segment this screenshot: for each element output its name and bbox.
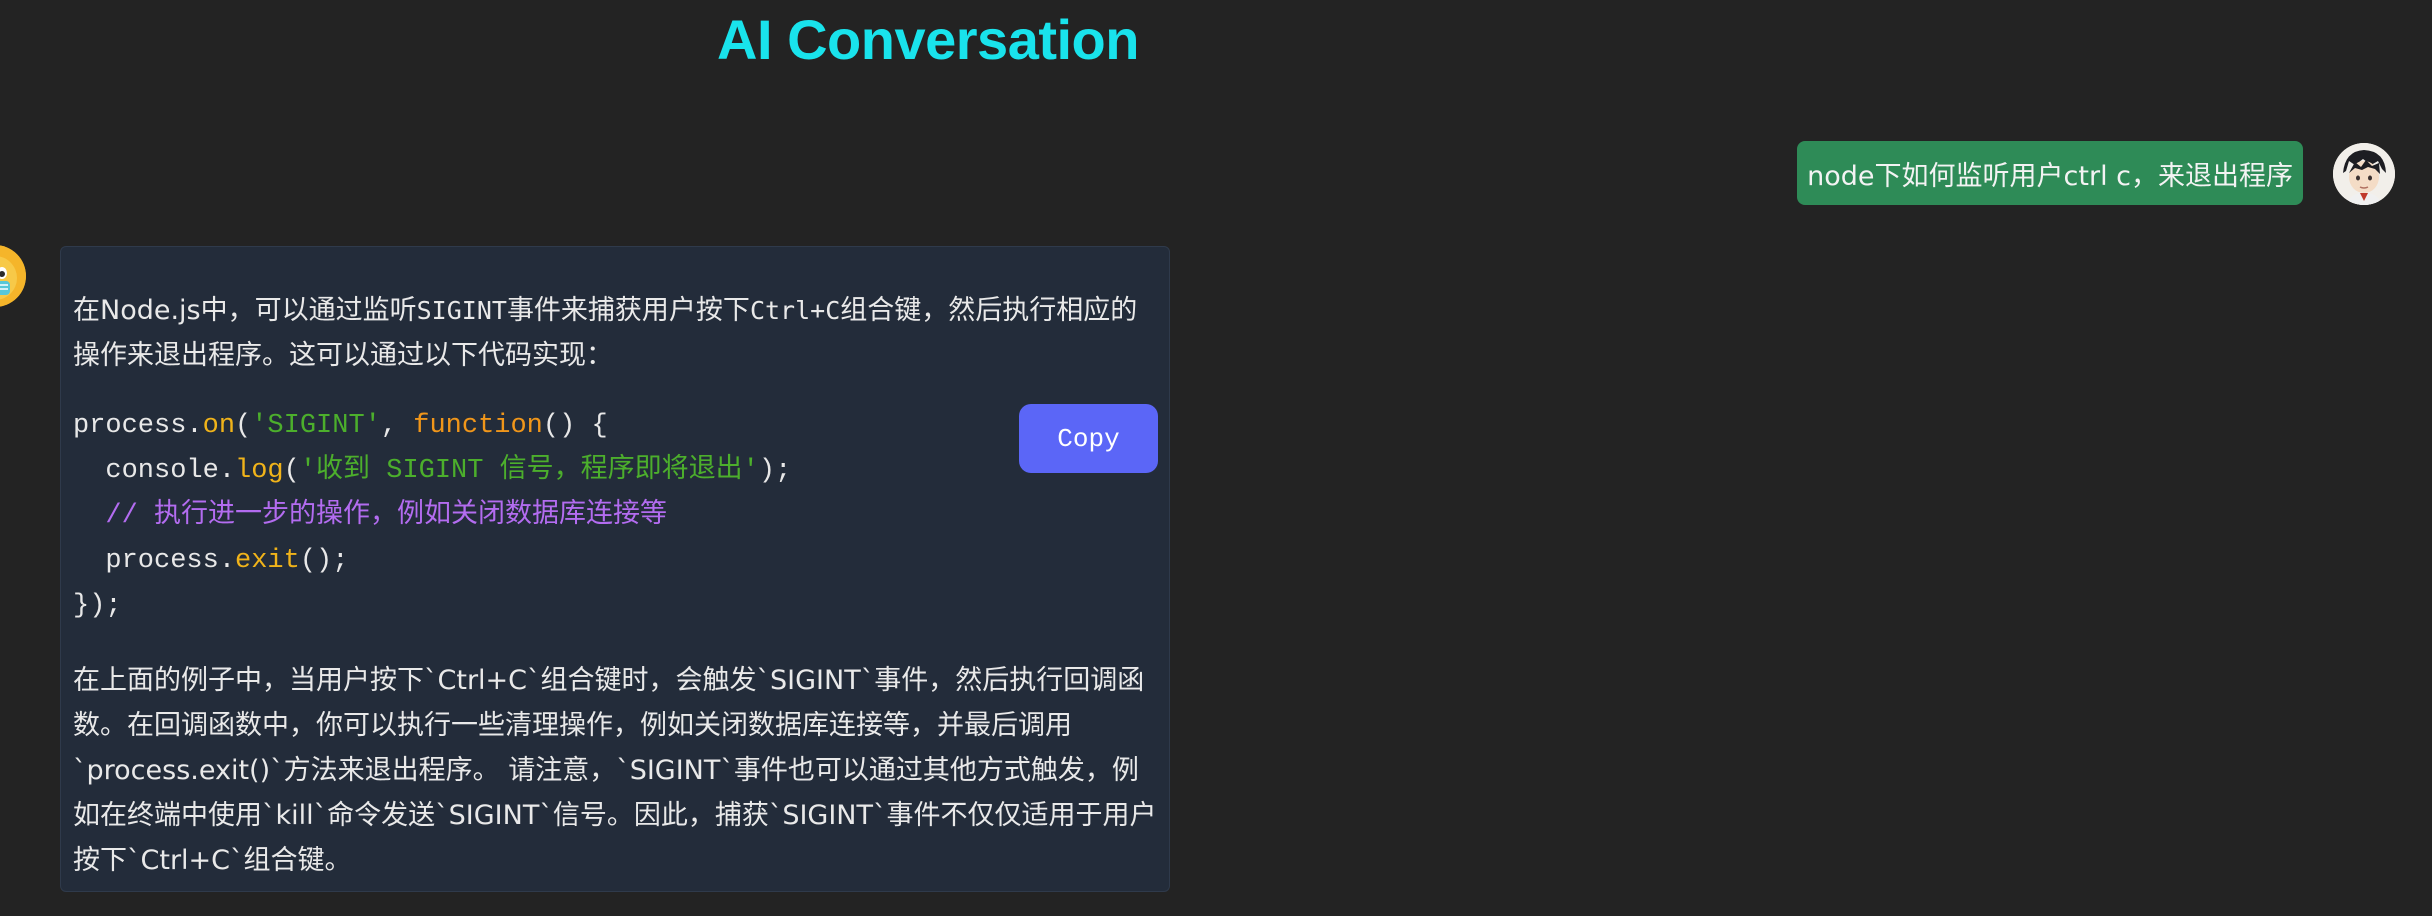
copy-code-button[interactable]: Copy bbox=[1019, 404, 1158, 473]
inline-code: SIGINT bbox=[416, 296, 507, 325]
bot-message-card: 在Node.js中，可以通过监听SIGINT事件来捕获用户按下Ctrl+C组合键… bbox=[60, 246, 1170, 892]
code-token: on bbox=[202, 411, 236, 441]
code-token: log bbox=[235, 456, 284, 486]
code-token: exit bbox=[235, 546, 300, 576]
bot-avatar-icon bbox=[0, 245, 26, 307]
code-token: 'SIGINT' bbox=[251, 411, 381, 441]
code-token: console. bbox=[73, 456, 236, 486]
intro-text-part: 在Node.js中，可以通过监听 bbox=[73, 295, 417, 326]
code-line: process.exit(); bbox=[73, 539, 348, 584]
code-line: // 执行进一步的操作，例如关闭数据库连接等 bbox=[73, 494, 667, 539]
bot-intro-text: 在Node.js中，可以通过监听SIGINT事件来捕获用户按下Ctrl+C组合键… bbox=[73, 288, 1163, 378]
bot-outro-text: 在上面的例子中，当用户按下`Ctrl+C`组合键时，会触发`SIGINT`事件，… bbox=[73, 665, 1157, 876]
user-avatar-icon bbox=[2333, 143, 2395, 205]
code-token: ); bbox=[758, 456, 792, 486]
intro-text-part: 事件来捕获用户按下 bbox=[506, 295, 750, 326]
user-message-text: node下如何监听用户ctrl c，来退出程序 bbox=[1807, 160, 2293, 192]
code-comment: // 执行进一步的操作，例如关闭数据库连接等 bbox=[105, 501, 668, 531]
code-token: ( bbox=[235, 411, 252, 441]
code-token: , bbox=[380, 411, 414, 441]
code-token: ( bbox=[283, 456, 300, 486]
page-title: AI Conversation bbox=[717, 8, 1139, 71]
code-token: process. bbox=[73, 546, 236, 576]
code-line: console.log('收到 SIGINT 信号，程序即将退出'); bbox=[73, 449, 791, 494]
user-message-bubble: node下如何监听用户ctrl c，来退出程序 bbox=[1797, 141, 2303, 205]
inline-code: Ctrl+C bbox=[749, 296, 841, 325]
code-line: process.on('SIGINT', function() { bbox=[73, 404, 608, 449]
code-token: '收到 SIGINT 信号，程序即将退出' bbox=[299, 456, 759, 486]
code-token: function bbox=[413, 411, 543, 441]
code-token: () { bbox=[542, 411, 608, 441]
code-token: (); bbox=[299, 546, 349, 576]
code-line: }); bbox=[73, 584, 122, 629]
code-token: }); bbox=[73, 591, 122, 621]
code-token: process. bbox=[73, 411, 203, 441]
code-block: process.on('SIGINT', function() { consol… bbox=[73, 404, 1163, 634]
